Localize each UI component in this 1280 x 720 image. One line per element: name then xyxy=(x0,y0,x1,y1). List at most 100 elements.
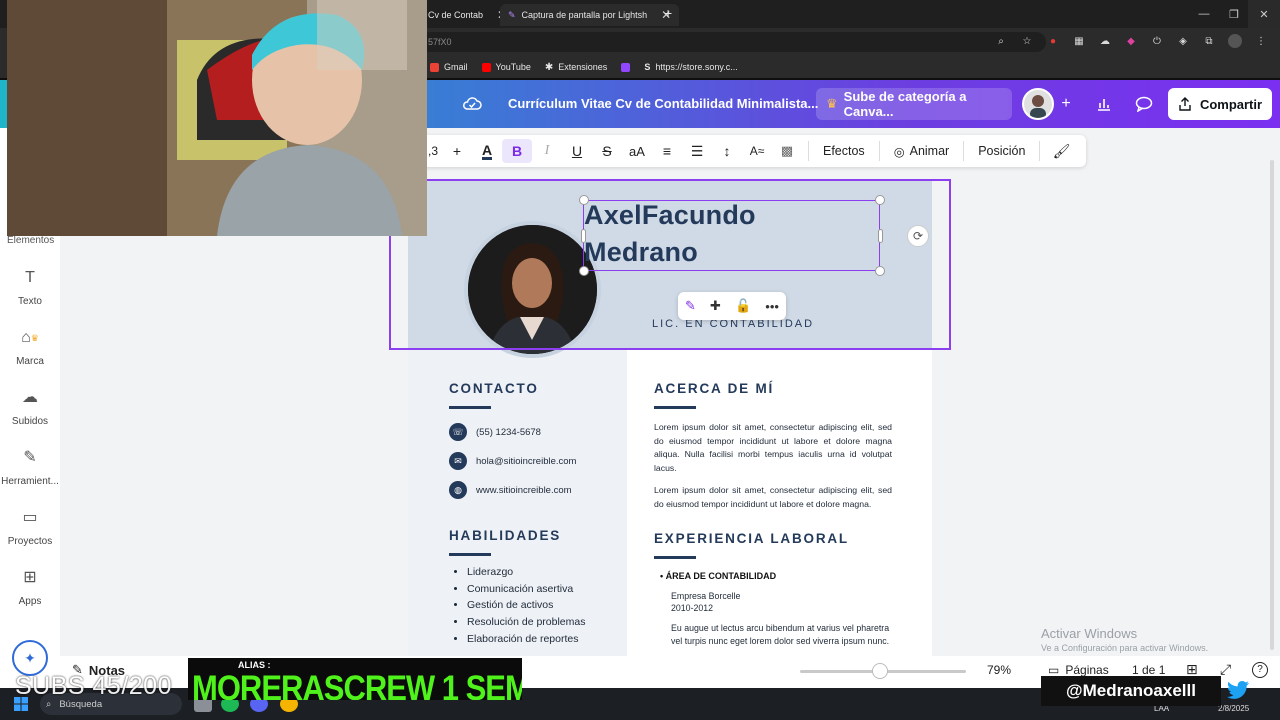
side-handle[interactable] xyxy=(581,229,586,243)
pages-icon: ▭ xyxy=(1048,663,1060,677)
add-comment-icon[interactable]: ✚ xyxy=(710,298,721,314)
star-icon[interactable]: ☆ xyxy=(1020,34,1034,48)
strikethrough-button[interactable]: S xyxy=(592,139,622,163)
bookmark-extensions[interactable]: ✱ Extensiones xyxy=(545,62,607,73)
analytics-icon[interactable] xyxy=(1090,90,1118,118)
sidebar-item-tools[interactable]: ✎ Herramient... xyxy=(0,448,60,487)
pages-button[interactable]: ▭ Páginas xyxy=(1048,663,1109,677)
sidebar-item-uploads[interactable]: ☁ Subidos xyxy=(0,388,60,427)
position-button[interactable]: Posición xyxy=(970,139,1033,163)
help-icon[interactable]: ? xyxy=(1252,662,1268,678)
extension-cloud-icon[interactable]: ☁ xyxy=(1098,34,1112,48)
comment-icon[interactable] xyxy=(1130,90,1158,118)
bullet-list-icon[interactable]: ☰ xyxy=(682,139,712,163)
italic-button[interactable]: I xyxy=(532,139,562,163)
experience-title[interactable]: EXPERIENCIA LABORAL xyxy=(654,531,849,546)
new-tab-button[interactable]: + xyxy=(664,5,672,21)
text-color-button[interactable]: A xyxy=(472,139,502,163)
letter-case-button[interactable]: aA xyxy=(622,139,652,163)
contact-email[interactable]: ✉ hola@sitioincreible.com xyxy=(449,452,576,470)
experience-description[interactable]: Eu augue ut lectus arcu bibendum at vari… xyxy=(671,622,893,647)
sidebar-item-text[interactable]: T Texto xyxy=(0,268,60,307)
resize-handle[interactable] xyxy=(875,266,885,276)
close-window-button[interactable]: ✕ xyxy=(1248,0,1280,28)
minimize-button[interactable]: — xyxy=(1188,0,1220,28)
bookmark-sony[interactable]: Shttps://store.sony.c... xyxy=(644,62,737,72)
underline-button[interactable]: U xyxy=(562,139,592,163)
text-style-icon[interactable]: A≈ xyxy=(742,139,772,163)
experience-area[interactable]: • ÁREA DE CONTABILIDAD xyxy=(660,571,776,581)
extension-diamond-icon[interactable]: ◈ xyxy=(1176,34,1190,48)
extension-off-icon[interactable]: ⏻ xyxy=(1150,34,1164,48)
webcam-overlay xyxy=(7,0,427,236)
paint-format-icon[interactable]: 🖌 xyxy=(1046,139,1076,163)
animate-button[interactable]: ◎ Animar xyxy=(886,139,958,163)
twitch-icon xyxy=(621,62,631,72)
activate-title: Activar Windows xyxy=(1041,626,1138,641)
upgrade-button[interactable]: ♛ Sube de categoría a Canva... xyxy=(816,88,1012,120)
zoom-value[interactable]: 79% xyxy=(987,663,1011,677)
rotate-icon[interactable]: ⟳ xyxy=(907,225,929,247)
contact-phone[interactable]: ☏ (55) 1234-5678 xyxy=(449,423,541,441)
sidebar-item-projects[interactable]: ▭ Proyectos xyxy=(0,508,60,547)
extension-shield-icon[interactable]: ◆ xyxy=(1124,34,1138,48)
web-text: www.sitioincreible.com xyxy=(476,484,572,496)
bold-button[interactable]: B xyxy=(502,139,532,163)
document-title[interactable]: Currículum Vitae Cv de Contabilidad Mini… xyxy=(508,96,818,111)
align-left-icon[interactable]: ≡ xyxy=(652,139,682,163)
url-field[interactable]: 57fX0 xyxy=(420,32,1046,52)
side-handle[interactable] xyxy=(878,229,883,243)
animate-ring-icon: ◎ xyxy=(893,144,905,159)
menu-kebab-icon[interactable]: ⋮ xyxy=(1254,34,1268,48)
zoom-icon[interactable]: ⌕ xyxy=(994,34,1008,48)
lock-icon[interactable]: 🔓 xyxy=(735,298,751,314)
experience-company[interactable]: Empresa Borcelle xyxy=(671,590,740,603)
tab-lightshot[interactable]: ✎ Captura de pantalla por Lightsh ✕ xyxy=(500,4,680,26)
vertical-scrollbar[interactable] xyxy=(1270,160,1274,650)
magic-write-icon[interactable]: ✎ xyxy=(685,298,696,314)
share-button[interactable]: Compartir xyxy=(1168,88,1272,120)
cloud-saved-icon[interactable] xyxy=(462,94,482,114)
experience-years[interactable]: 2010-2012 xyxy=(671,602,713,615)
resize-handle[interactable] xyxy=(579,195,589,205)
magic-assistant-icon[interactable]: ✦ xyxy=(12,640,48,676)
resize-handle[interactable] xyxy=(875,195,885,205)
more-options-icon[interactable]: ••• xyxy=(765,299,779,314)
bookmark-youtube[interactable]: YouTube xyxy=(481,62,531,72)
puzzle-icon: ✱ xyxy=(544,61,554,73)
sidebar-item-apps[interactable]: ⊞ Apps xyxy=(0,568,60,607)
sidebar-item-brand[interactable]: ⌂♛ Marca xyxy=(0,328,60,367)
extension-grid-icon[interactable]: ▦ xyxy=(1072,34,1086,48)
text-selection-frame[interactable] xyxy=(583,200,880,271)
extension-red-icon[interactable]: ● xyxy=(1046,34,1060,48)
experience-area-label: ÁREA DE CONTABILIDAD xyxy=(665,571,777,581)
pages-label: Páginas xyxy=(1065,663,1109,677)
brand-icon: ⌂♛ xyxy=(21,329,39,346)
zoom-slider-handle[interactable] xyxy=(872,663,888,679)
maximize-button[interactable]: ❐ xyxy=(1218,0,1250,28)
user-avatar[interactable] xyxy=(1022,88,1054,120)
about-rule xyxy=(654,406,696,409)
skills-list[interactable]: Liderazgo Comunicación asertiva Gestión … xyxy=(467,566,585,649)
resize-handle[interactable] xyxy=(579,266,589,276)
about-title[interactable]: ACERCA DE MÍ xyxy=(654,381,774,396)
bookmark-twitch[interactable] xyxy=(621,62,631,72)
bookmark-label: Gmail xyxy=(444,62,468,72)
fullscreen-icon[interactable]: ⤢ xyxy=(1220,661,1231,678)
skills-title[interactable]: HABILIDADES xyxy=(449,528,561,543)
add-collaborator-icon[interactable]: + xyxy=(1052,90,1080,118)
clock-date[interactable]: 2/8/2025 xyxy=(1218,704,1249,713)
sidebar-item-elements-partial[interactable]: Elementos xyxy=(7,235,54,246)
contact-title[interactable]: CONTACTO xyxy=(449,381,539,396)
profile-avatar[interactable] xyxy=(1228,34,1242,48)
about-paragraph-1[interactable]: Lorem ipsum dolor sit amet, consectetur … xyxy=(654,421,892,475)
line-spacing-icon[interactable]: ↕ xyxy=(712,139,742,163)
extensions-puzzle-icon[interactable]: ⧉ xyxy=(1202,34,1216,48)
contact-web[interactable]: ◍ www.sitioincreible.com xyxy=(449,481,572,499)
increase-font-button[interactable]: + xyxy=(442,139,472,163)
bookmark-gmail[interactable]: Gmail xyxy=(430,62,468,72)
effects-button[interactable]: Efectos xyxy=(815,139,873,163)
skills-rule xyxy=(449,553,491,556)
transparency-checker-icon[interactable]: ▩ xyxy=(772,139,802,163)
about-paragraph-2[interactable]: Lorem ipsum dolor sit amet, consectetur … xyxy=(654,484,892,511)
